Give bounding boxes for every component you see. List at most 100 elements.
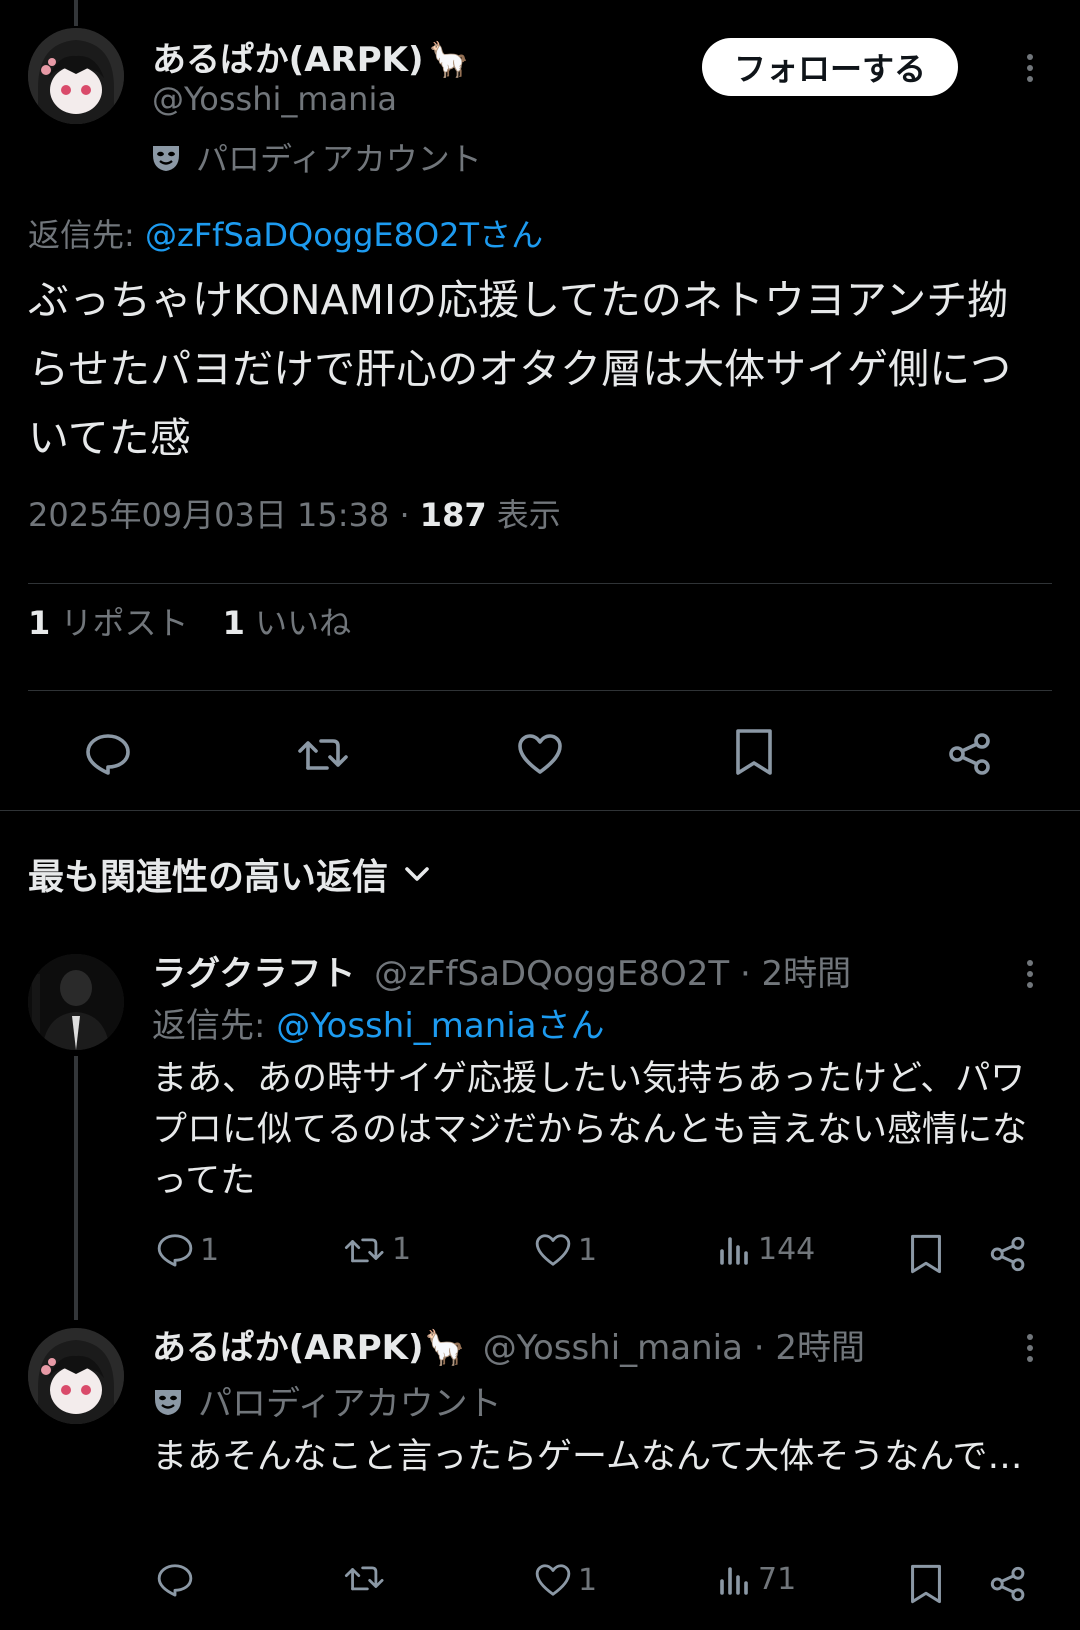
replies-sort-dropdown[interactable]: 最も関連性の高い返信 xyxy=(28,848,430,900)
reply-to: 返信先: @zFfSaDQoggE8O2Tさん xyxy=(28,210,543,256)
section-divider xyxy=(0,810,1080,811)
llama-emoji: 🦙 xyxy=(423,1328,466,1368)
tweet-meta: 2025年09月03日 15:38 · 187 表示 xyxy=(28,490,561,536)
share-button[interactable] xyxy=(986,1232,1030,1276)
reply-to-prefix: 返信先: xyxy=(28,216,135,254)
reply-header: ラグクラフト @zFfSaDQoggE8O2T · 2時間 xyxy=(152,946,851,995)
display-name[interactable]: あるぱか(ARPK) xyxy=(152,1328,424,1368)
repost-button[interactable]: 1 xyxy=(344,1232,411,1267)
reply-text: まあそんなこと言ったらゲームなんて大体そうなんで… xyxy=(152,1437,1023,1477)
repost-button[interactable] xyxy=(344,1562,392,1594)
share-icon xyxy=(949,733,990,775)
analytics-icon xyxy=(720,1236,748,1265)
like-button[interactable]: 1 xyxy=(534,1232,597,1268)
handle[interactable]: @zFfSaDQoggE8O2T xyxy=(374,954,729,994)
more-icon xyxy=(1027,54,1033,82)
author-handle[interactable]: @Yosshi_mania xyxy=(152,80,397,118)
like-count: 1 xyxy=(578,1562,598,1598)
author-name[interactable]: あるぱか(ARPK) 🦙 xyxy=(152,32,470,81)
heart-icon xyxy=(535,1234,571,1266)
views-button[interactable]: 71 xyxy=(718,1562,796,1597)
more-options-button[interactable] xyxy=(1010,1328,1050,1368)
avatar[interactable] xyxy=(28,1328,124,1424)
timestamp[interactable]: 2025年09月03日 15:38 xyxy=(28,496,389,534)
share-icon xyxy=(990,1236,1025,1272)
display-name[interactable]: ラグクラフト xyxy=(152,954,355,994)
parody-label: パロディアカウント xyxy=(198,1384,502,1424)
avatar[interactable] xyxy=(28,954,124,1050)
bookmark-icon xyxy=(911,1234,941,1274)
more-icon xyxy=(1027,1334,1033,1362)
more-icon xyxy=(1027,960,1033,988)
avatar-image xyxy=(28,1328,124,1424)
parody-label: パロディアカウント xyxy=(196,140,482,178)
repost-icon xyxy=(298,739,348,770)
reposts-count: 1 xyxy=(28,604,51,642)
view-count: 71 xyxy=(758,1562,797,1597)
reply-to-link[interactable]: @zFfSaDQoggE8O2Tさん xyxy=(145,216,543,254)
reply-header: あるぱか(ARPK)🦙 @Yosshi_mania · 2時間 xyxy=(152,1320,865,1369)
share-icon xyxy=(990,1566,1025,1602)
meta-dot: · xyxy=(399,496,410,534)
reply-count: 1 xyxy=(200,1232,220,1268)
bookmark-button[interactable] xyxy=(724,722,784,782)
more-options-button[interactable] xyxy=(1010,954,1050,994)
share-button[interactable] xyxy=(940,724,1000,784)
mask-icon xyxy=(150,141,182,173)
mask-icon xyxy=(152,1385,184,1417)
heart-icon xyxy=(535,1564,571,1596)
parody-badge: パロディアカウント xyxy=(152,1376,502,1425)
reply-to: 返信先: @Yosshi_maniaさん xyxy=(152,998,605,1047)
repost-count: 1 xyxy=(392,1232,412,1267)
avatar-image xyxy=(28,28,124,124)
view-count: 144 xyxy=(758,1232,816,1267)
views-label: 表示 xyxy=(496,496,561,534)
share-button[interactable] xyxy=(986,1562,1030,1606)
bookmark-button[interactable] xyxy=(904,1562,948,1606)
reply-to-prefix: 返信先: xyxy=(152,1006,266,1046)
display-name[interactable]: あるぱか(ARPK) xyxy=(152,40,424,80)
likes-label: いいね xyxy=(255,604,352,642)
views-count: 187 xyxy=(419,496,487,534)
bookmark-icon xyxy=(911,1564,941,1604)
follow-button[interactable]: フォローする xyxy=(702,38,958,96)
bookmark-icon xyxy=(736,729,772,775)
post-time[interactable]: · 2時間 xyxy=(754,1328,865,1368)
chevron-down-icon xyxy=(405,867,429,881)
like-button[interactable] xyxy=(510,724,570,784)
heart-icon xyxy=(518,734,562,774)
reply-text: まあ、あの時サイゲ応援したい気持ちあったけど、パワプロに似てるのはマジだからなん… xyxy=(152,1059,1028,1201)
engagement-counts: 1 リポスト 1 いいね xyxy=(28,598,351,644)
post-time[interactable]: · 2時間 xyxy=(740,954,851,994)
repost-icon xyxy=(344,1566,384,1591)
more-options-button[interactable] xyxy=(1010,48,1050,88)
handle[interactable]: @Yosshi_mania xyxy=(483,1328,743,1368)
thread-line-top xyxy=(74,0,78,26)
reply-to-link[interactable]: @Yosshi_maniaさん xyxy=(276,1006,604,1046)
divider xyxy=(28,690,1052,691)
reply-button[interactable]: 1 xyxy=(156,1232,219,1268)
parody-badge: パロディアカウント xyxy=(150,134,482,180)
reposts-stat[interactable]: 1 リポスト xyxy=(28,604,199,642)
replies-sort-label: 最も関連性の高い返信 xyxy=(28,857,389,898)
reposts-label: リポスト xyxy=(60,604,189,642)
views-button[interactable]: 144 xyxy=(718,1232,815,1267)
divider xyxy=(28,583,1052,584)
reply-button[interactable] xyxy=(78,724,138,784)
repost-button[interactable] xyxy=(294,724,354,784)
like-button[interactable]: 1 xyxy=(534,1562,597,1598)
analytics-icon xyxy=(720,1566,748,1595)
like-count: 1 xyxy=(578,1232,598,1268)
thread-line xyxy=(74,1056,78,1320)
avatar[interactable] xyxy=(28,28,124,124)
avatar-image xyxy=(28,954,124,1050)
tweet-text: ぶっちゃけKONAMIの応援してたのネトウヨアンチ拗らせたパヨだけで肝心のオタク… xyxy=(28,276,1012,462)
repost-icon xyxy=(344,1237,384,1262)
llama-emoji: 🦙 xyxy=(427,40,470,80)
likes-stat[interactable]: 1 いいね xyxy=(223,604,351,642)
bookmark-button[interactable] xyxy=(904,1232,948,1276)
reply-icon xyxy=(86,734,130,775)
reply-button[interactable] xyxy=(156,1562,200,1598)
reply-icon xyxy=(157,1564,193,1597)
likes-count: 1 xyxy=(222,604,245,642)
